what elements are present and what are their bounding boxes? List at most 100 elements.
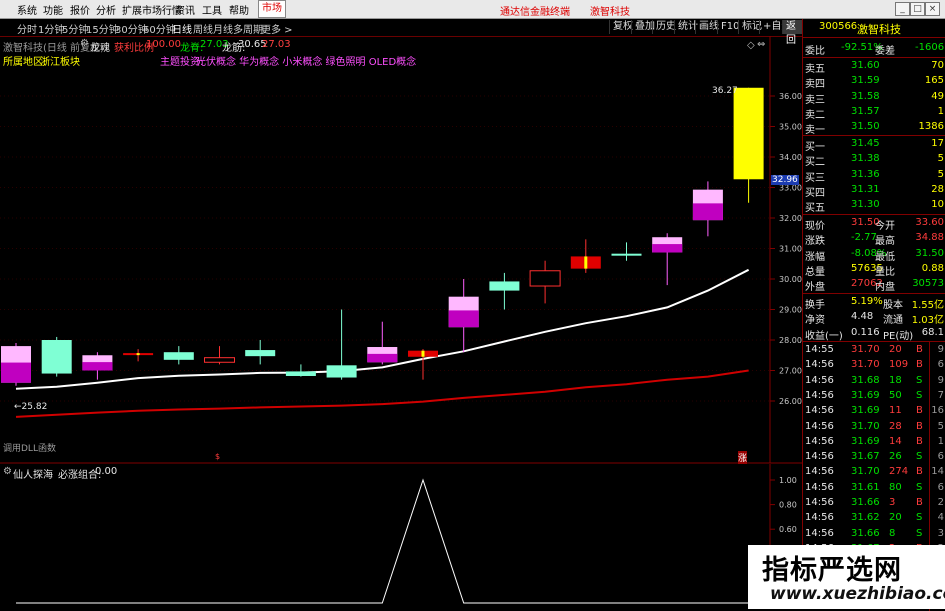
tick-count: 5: [937, 420, 944, 432]
tick-price: 31.66: [851, 527, 880, 539]
quote-row[interactable]: 14:55 31.70 20 B 9: [803, 343, 945, 358]
menu-item-help[interactable]: 帮助: [229, 2, 249, 17]
stat-label: 股本: [883, 300, 903, 311]
quote-row[interactable]: 换手 5.19% 股本 1.55亿: [803, 295, 945, 311]
tick-direction: S: [916, 527, 923, 539]
minimize-button[interactable]: _: [895, 2, 910, 16]
candle: [448, 279, 479, 353]
stat-value: 68.1: [921, 326, 944, 338]
stat-label: 流通: [883, 315, 903, 327]
quote-row[interactable]: 14:56 31.66 8 S 3: [803, 527, 945, 542]
quote-row[interactable]: 14:56 31.62 20 S 4: [803, 511, 945, 526]
period-tab-multi[interactable]: 多周期: [233, 21, 263, 36]
menu-item-function[interactable]: 功能: [43, 2, 63, 17]
ask-volume: 1: [937, 105, 944, 117]
quote-row[interactable]: 买四 31.31 28: [803, 183, 945, 199]
candle-body: [245, 350, 276, 357]
maximize-button[interactable]: □: [910, 2, 925, 16]
quote-row[interactable]: 14:56 31.70 28 B 5: [803, 420, 945, 435]
price-tick-label: 35.00: [779, 123, 802, 132]
ask-volume: 165: [924, 75, 944, 87]
back-button[interactable]: 返回: [782, 20, 802, 46]
period-tab-more[interactable]: 更多 >: [261, 21, 293, 36]
period-tab-minute[interactable]: 分时: [17, 21, 37, 36]
quote-row[interactable]: 买三 31.36 5: [803, 168, 945, 184]
tick-price: 31.67: [851, 451, 880, 463]
candle: [529, 260, 561, 304]
candle-body: [41, 340, 72, 374]
quote-row[interactable]: 买二 31.38 5: [803, 152, 945, 168]
quote-row[interactable]: 净资 4.48 流通 1.03亿: [803, 310, 945, 327]
candle-body: [204, 357, 235, 363]
tick-count: 9: [937, 344, 944, 355]
quote-row[interactable]: 卖四 31.59 165: [803, 74, 945, 90]
period-tab-monthly[interactable]: 月线: [213, 21, 233, 36]
quote-row[interactable]: 涨跌 -2.77 最高 34.88: [803, 231, 945, 247]
menu-item-ext-market[interactable]: 扩展市场行情: [122, 2, 182, 17]
menu-bar: 系统 功能 报价 分析 扩展市场行情 资讯 工具 帮助 市场 通达信金融终端 激…: [0, 0, 945, 19]
quote-row[interactable]: 14:56 31.70 274 B 14: [803, 465, 945, 480]
quote-row[interactable]: 外盘 27062 内盘 30573: [803, 277, 945, 293]
candlestick-chart[interactable]: 36.0035.0034.0033.0032.0031.0030.0029.00…: [0, 36, 802, 464]
weicha-value: -1606: [915, 42, 945, 53]
menu-item-system[interactable]: 系统: [17, 2, 37, 17]
quote-row[interactable]: 卖五 31.60 70: [803, 59, 945, 75]
ma-line-red: [15, 369, 749, 418]
menu-item-analysis[interactable]: 分析: [96, 2, 116, 17]
rise-badge: 涨: [738, 451, 748, 464]
period-tab-daily[interactable]: 日线: [172, 21, 192, 36]
quote-row[interactable]: 14:56 31.69 14 B 1: [803, 435, 945, 450]
tick-time: 14:56: [805, 527, 834, 539]
stat-value: 30573: [912, 278, 944, 290]
tick-direction: S: [916, 481, 923, 493]
menu-item-quote[interactable]: 报价: [70, 2, 90, 17]
period-tab-1min[interactable]: 1分钟: [38, 21, 64, 36]
quote-row[interactable]: 现价 31.50 今开 33.60: [803, 216, 945, 232]
quote-row[interactable]: 买一 31.45 17: [803, 137, 945, 153]
quote-row[interactable]: 14:56 31.69 11 B 16: [803, 404, 945, 419]
stat-value: 4.48: [851, 311, 874, 323]
close-button[interactable]: ×: [925, 2, 940, 16]
stat-label: 净资: [805, 315, 825, 327]
candle-body-lower: [1, 362, 31, 383]
quote-row[interactable]: 买五 31.30 10: [803, 198, 945, 214]
quote-row[interactable]: 卖二 31.57 1: [803, 105, 945, 121]
period-tab-5min[interactable]: 5分钟: [62, 21, 88, 36]
quote-row[interactable]: 收益(一) 0.116 PE(动) 68.1: [803, 326, 945, 342]
quote-row[interactable]: 14:56 31.67 26 S 6: [803, 450, 945, 465]
quote-row[interactable]: 涨幅 -8.08% 最低 31.50: [803, 247, 945, 263]
bid-label: 买四: [805, 187, 825, 199]
quote-row[interactable]: 14:56 31.68 18 S 9: [803, 374, 945, 389]
tick-price: 31.61: [851, 481, 880, 493]
sub-tick-label: 0.60: [779, 525, 797, 534]
candle: [570, 239, 601, 273]
menu-item-tools[interactable]: 工具: [202, 2, 222, 17]
tick-count: 9: [937, 374, 944, 386]
ask-price: 31.57: [851, 105, 880, 117]
sub-tick-label: 1.00: [779, 476, 797, 485]
candle: [123, 349, 154, 362]
quote-row[interactable]: 14:56 31.70 109 B 6: [803, 358, 945, 373]
stat-value: -2.77: [851, 232, 877, 244]
quote-row[interactable]: 14:56 31.66 3 B 2: [803, 496, 945, 511]
quote-row[interactable]: 14:56 31.61 80 S 6: [803, 481, 945, 496]
quote-row[interactable]: 卖一 31.50 1386: [803, 120, 945, 136]
candle: [41, 336, 72, 377]
stat-value: 0.88: [921, 262, 944, 274]
tick-direction: S: [916, 512, 923, 524]
quote-row[interactable]: 卖三 31.58 49: [803, 90, 945, 106]
stat-value: 5.19%: [851, 296, 883, 307]
tick-count: 16: [931, 405, 944, 417]
period-tab-15min[interactable]: 15分钟: [86, 21, 119, 36]
menu-item-market[interactable]: 市场: [258, 0, 286, 18]
quote-row[interactable]: 14:56 31.69 50 S 7: [803, 389, 945, 404]
menu-item-news[interactable]: 资讯: [175, 2, 195, 17]
ask-label: 卖五: [805, 64, 825, 75]
stat-label: 收益(一): [805, 330, 843, 342]
sub-indicator-chart[interactable]: 1.000.800.600.400.20: [0, 464, 802, 609]
period-tab-60min[interactable]: 60分钟: [143, 21, 176, 36]
period-tab-weekly[interactable]: 周线: [193, 21, 213, 36]
quote-row[interactable]: 总量 57635 量比 0.88: [803, 262, 945, 278]
candle: [489, 272, 520, 310]
bid-price: 31.38: [851, 153, 880, 165]
